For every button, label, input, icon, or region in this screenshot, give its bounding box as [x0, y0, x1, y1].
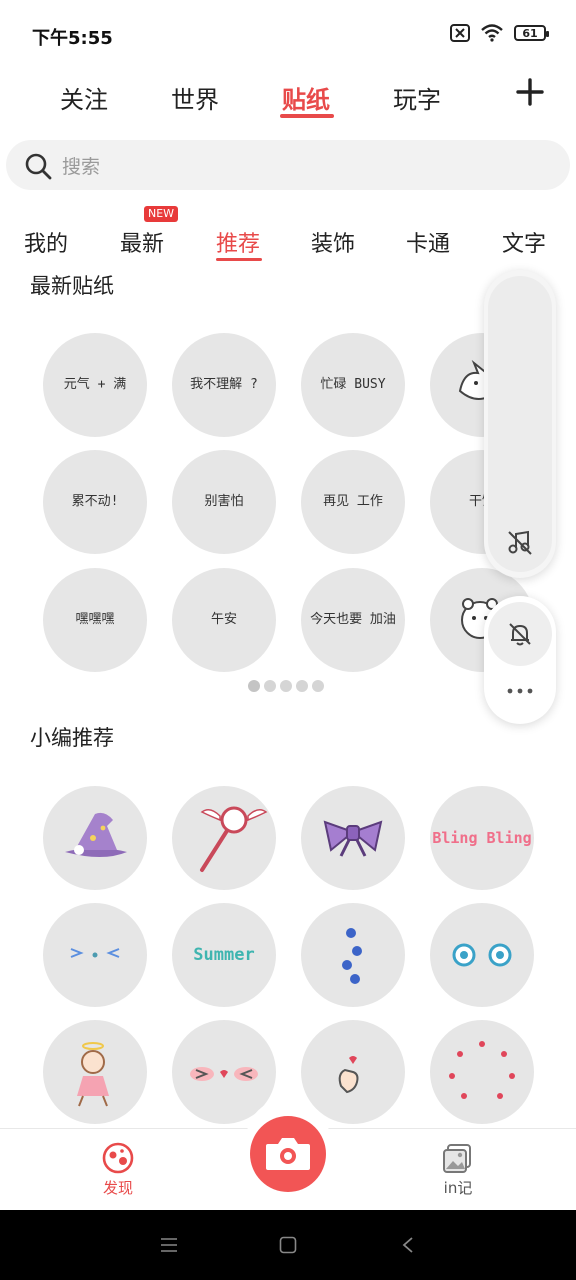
sticker-item[interactable]	[301, 786, 405, 890]
sticker-text: 今天也要 加油	[310, 612, 396, 628]
battery-icon: 61	[514, 25, 549, 41]
sticker-item[interactable]	[172, 786, 276, 890]
tab-underline	[280, 114, 334, 118]
tab-stickers[interactable]: 贴纸	[282, 80, 330, 115]
search-placeholder: 搜索	[62, 156, 101, 178]
wifi-icon	[481, 24, 503, 42]
eyes-icon	[452, 943, 512, 967]
sticker-item[interactable]	[430, 903, 534, 1007]
section-title-editor: 小编推荐	[30, 726, 114, 750]
sticker-text: 午安	[210, 612, 237, 628]
sticker-text: Bling Bling	[432, 829, 532, 847]
back-icon[interactable]	[401, 1236, 415, 1254]
category-mine[interactable]: 我的	[24, 226, 68, 258]
sticker-item[interactable]	[43, 786, 147, 890]
sticker-text: 别害怕	[204, 494, 244, 510]
sticker-item[interactable]: Bling Bling	[430, 786, 534, 890]
search-icon	[25, 153, 52, 180]
sticker-text: 再见 工作	[323, 494, 383, 510]
tab-world[interactable]: 世界	[171, 80, 219, 115]
status-time: 下午5:55	[32, 28, 113, 49]
sticker-text: 累不动!	[71, 494, 119, 510]
sticker-text: 嘿嘿嘿	[75, 612, 115, 628]
tab-follow[interactable]: 关注	[60, 80, 108, 115]
magic-wand-icon	[200, 806, 268, 872]
sticker-item[interactable]	[43, 903, 147, 1007]
system-nav-bar	[0, 1210, 576, 1280]
home-icon[interactable]	[279, 1236, 297, 1254]
sticker-text: 我不理解 ?	[190, 377, 258, 393]
sticker-text: Summer	[193, 944, 255, 965]
witch-hat-icon	[65, 812, 127, 857]
status-bar: 下午5:55 61	[0, 0, 576, 70]
mute-notification-button[interactable]	[488, 602, 552, 666]
pager-dot	[280, 680, 292, 692]
pager-dots	[248, 680, 324, 692]
bow-icon	[323, 820, 383, 857]
sticker-text: 元气 + 满	[63, 377, 127, 393]
camera-icon	[266, 1138, 310, 1170]
category-underline	[216, 258, 262, 261]
category-text[interactable]: 文字	[502, 226, 546, 258]
pager-dot	[264, 680, 276, 692]
tab-play-text[interactable]: 玩字	[393, 80, 441, 115]
sticker-item[interactable]	[430, 1020, 534, 1124]
angel-girl-icon	[77, 1042, 109, 1107]
menu-icon[interactable]	[160, 1236, 178, 1254]
search-input[interactable]: 搜索	[6, 140, 570, 190]
category-recommended[interactable]: 推荐	[216, 226, 260, 258]
status-icons: 61	[450, 24, 549, 42]
sticker-item[interactable]: 嘿嘿嘿	[43, 568, 147, 672]
pager-dot	[296, 680, 308, 692]
more-icon[interactable]	[506, 686, 534, 696]
photos-icon	[443, 1144, 471, 1173]
sticker-item[interactable]: 午安	[172, 568, 276, 672]
nav-record[interactable]: in记	[418, 1141, 498, 1198]
planet-icon	[102, 1142, 134, 1174]
new-badge: NEW	[144, 206, 179, 222]
sticker-item[interactable]: 再见 工作	[301, 450, 405, 554]
cute-face-icon	[70, 948, 120, 958]
sticker-item[interactable]: 累不动!	[43, 450, 147, 554]
sticker-item[interactable]: 别害怕	[172, 450, 276, 554]
category-tabs: 我的 最新 推荐 装饰 卡通 文字	[0, 226, 576, 266]
sticker-item[interactable]: 我不理解 ?	[172, 333, 276, 437]
sticker-item[interactable]: 今天也要 加油	[301, 568, 405, 672]
pager-dot	[312, 680, 324, 692]
sticker-item[interactable]: 忙碌 BUSY	[301, 333, 405, 437]
category-latest[interactable]: 最新	[120, 226, 164, 258]
sticker-item[interactable]: Summer	[172, 903, 276, 1007]
category-cartoon[interactable]: 卡通	[406, 226, 450, 258]
nav-discover[interactable]: 发现	[78, 1141, 158, 1198]
sticker-item[interactable]: 元气 + 满	[43, 333, 147, 437]
blueberries-icon	[342, 928, 362, 984]
music-off-icon[interactable]	[506, 528, 534, 556]
camera-button[interactable]	[250, 1116, 326, 1192]
nav-discover-label: 发现	[102, 1179, 133, 1197]
sticker-item[interactable]	[301, 903, 405, 1007]
sticker-item[interactable]	[43, 1020, 147, 1124]
add-button[interactable]	[516, 78, 544, 106]
strawberry-wreath-icon	[449, 1041, 515, 1099]
pager-dot	[248, 680, 260, 692]
bell-off-icon	[509, 623, 531, 646]
nav-record-label: in记	[443, 1179, 473, 1197]
sticker-text: 忙碌 BUSY	[320, 377, 386, 393]
no-sim-icon	[450, 24, 470, 42]
category-decoration[interactable]: 装饰	[311, 226, 355, 258]
section-title-latest: 最新贴纸	[30, 274, 114, 298]
